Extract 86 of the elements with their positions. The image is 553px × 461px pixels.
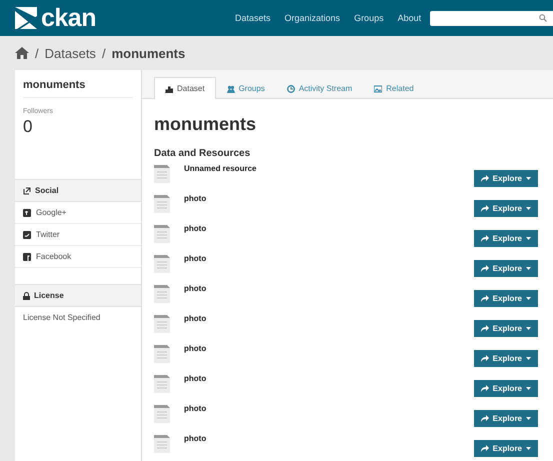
page-title: monuments	[154, 114, 258, 135]
resource-name[interactable]: photo	[170, 343, 474, 353]
nav-link[interactable]: Groups	[354, 13, 384, 23]
dataset-icon	[165, 84, 173, 92]
followers-count: 0	[22, 116, 34, 138]
license-text: License Not Specified	[22, 312, 102, 324]
nav-link[interactable]: Organizations	[284, 13, 340, 23]
social-label[interactable]: Google+	[36, 208, 66, 217]
explore-button[interactable]: Explore	[474, 440, 538, 457]
share-arrow-icon	[480, 175, 489, 182]
data-file-icon	[154, 403, 170, 423]
breadcrumb-separator: /	[102, 46, 106, 60]
caret-icon	[526, 447, 531, 450]
share-arrow-icon	[480, 235, 489, 242]
nav-link[interactable]: Datasets	[235, 13, 271, 23]
social-link[interactable]: Google+	[15, 202, 141, 224]
data-file-icon	[154, 343, 170, 363]
share-arrow-icon	[480, 415, 489, 422]
data-file-icon	[154, 163, 170, 183]
resource-name[interactable]: photo	[170, 283, 474, 293]
home-icon[interactable]	[15, 47, 29, 59]
breadcrumb-link[interactable]: Datasets	[44, 46, 96, 60]
data-file-icon	[154, 223, 170, 243]
caret-icon	[526, 177, 531, 180]
share-arrow-icon	[480, 445, 489, 452]
explore-button[interactable]: Explore	[474, 380, 538, 397]
resource-name[interactable]: photo	[170, 193, 474, 203]
data-file-icon	[154, 313, 170, 333]
dataset-title: monuments	[23, 70, 133, 98]
caret-icon	[526, 237, 531, 240]
tab[interactable]: Dataset	[154, 77, 216, 99]
logo-icon	[15, 7, 37, 29]
breadcrumb-separator: /	[35, 46, 39, 60]
explore-button[interactable]: Explore	[474, 290, 538, 307]
related-icon	[374, 84, 382, 92]
explore-button[interactable]: Explore	[474, 170, 538, 187]
explore-button[interactable]: Explore	[474, 410, 538, 427]
social-link[interactable]: Facebook	[15, 246, 141, 268]
lock-icon	[23, 292, 30, 300]
explore-button[interactable]: Explore	[474, 260, 538, 277]
social-label[interactable]: Twitter	[36, 230, 60, 239]
share-arrow-icon	[480, 295, 489, 302]
caret-icon	[526, 387, 531, 390]
data-file-icon	[154, 193, 170, 213]
share-arrow-icon	[480, 205, 489, 212]
data-file-icon	[154, 283, 170, 303]
data-file-icon	[154, 373, 170, 393]
resource-name[interactable]: photo	[170, 433, 474, 443]
caret-icon	[526, 297, 531, 300]
resource-name[interactable]: Unnamed resource	[170, 163, 474, 173]
resource-name[interactable]: photo	[170, 403, 474, 413]
groups-icon	[226, 84, 235, 92]
search-field[interactable]	[430, 10, 553, 26]
data-file-icon	[154, 433, 170, 453]
caret-icon	[526, 357, 531, 360]
share-arrow-icon	[480, 325, 489, 332]
data-file-icon	[154, 253, 170, 273]
tab[interactable]: Groups	[216, 77, 276, 99]
nav-link[interactable]: About	[398, 13, 422, 23]
section-title: Social	[35, 186, 59, 195]
section-title: License	[34, 291, 64, 300]
explore-button[interactable]: Explore	[474, 230, 538, 247]
activity-icon	[286, 84, 295, 92]
breadcrumb-current: monuments	[112, 46, 186, 60]
explore-button[interactable]: Explore	[474, 320, 538, 337]
resource-name[interactable]: photo	[170, 313, 474, 323]
share-arrow-icon	[480, 265, 489, 272]
social-label[interactable]: Facebook	[36, 252, 72, 261]
caret-icon	[526, 267, 531, 270]
resource-name[interactable]: photo	[170, 373, 474, 383]
caret-icon	[526, 417, 531, 420]
explore-button[interactable]: Explore	[474, 200, 538, 217]
social-link[interactable]: Twitter	[15, 224, 141, 246]
share-arrow-icon	[480, 355, 489, 362]
tab[interactable]: Activity Stream	[276, 77, 364, 99]
logo-text: ckan	[41, 4, 96, 32]
share-arrow-icon	[480, 385, 489, 392]
share-icon	[23, 186, 31, 194]
caret-icon	[526, 207, 531, 210]
section-heading: Data and Resources	[154, 148, 252, 159]
search-icon	[539, 14, 547, 22]
resource-name[interactable]: photo	[170, 253, 474, 263]
caret-icon	[526, 327, 531, 330]
tab[interactable]: Related	[363, 77, 425, 99]
resource-name[interactable]: photo	[170, 223, 474, 233]
explore-button[interactable]: Explore	[474, 350, 538, 367]
